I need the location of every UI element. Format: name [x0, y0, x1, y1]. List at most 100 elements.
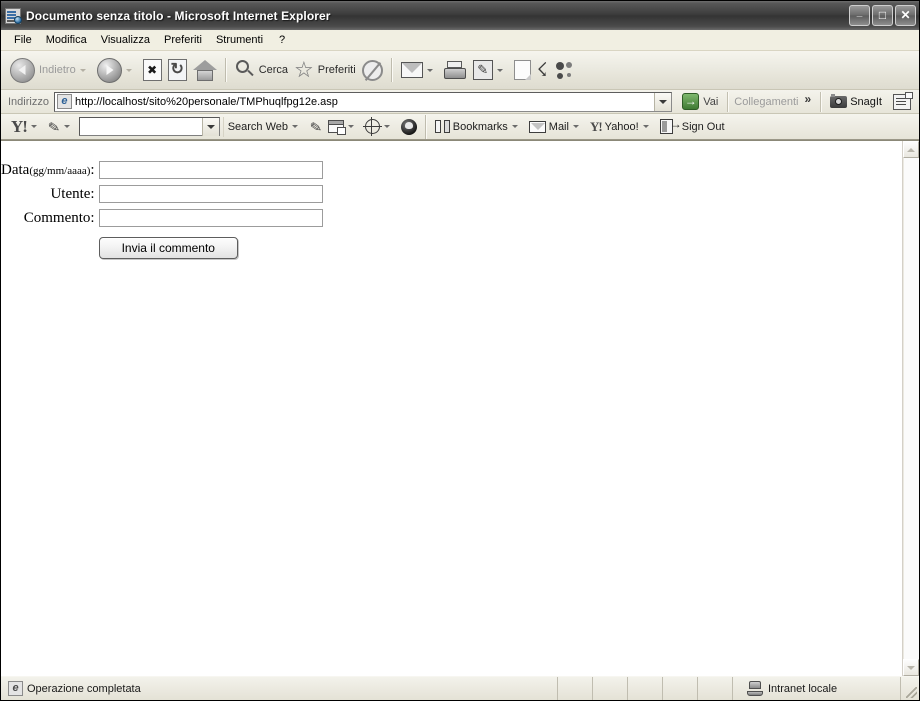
search-button[interactable]: Cerca [232, 54, 291, 86]
edit-dropdown-icon[interactable] [496, 68, 503, 72]
comment-form: Data(gg/mm/aaaa): Utente: Commento: Invi… [1, 161, 323, 265]
popup-blocker-button[interactable] [325, 116, 362, 138]
messenger-button[interactable] [551, 54, 579, 86]
snagit-properties-icon[interactable] [893, 91, 913, 110]
mail-dropdown-icon[interactable] [426, 68, 433, 72]
go-button[interactable]: Vai [678, 91, 722, 113]
mail-toolbar-button[interactable]: Mail [526, 116, 587, 138]
commento-input[interactable] [98, 209, 323, 227]
home-icon [192, 59, 217, 81]
label-utente-text: Utente [50, 185, 91, 202]
scroll-track[interactable] [903, 158, 919, 659]
yahoo-highlight-button[interactable]: ✎ [307, 116, 325, 138]
menu-item-help[interactable]: ? [270, 32, 294, 48]
ie-page-icon [56, 94, 72, 109]
ie-status-icon [8, 681, 23, 696]
popup-blocker-dropdown-icon[interactable] [347, 125, 354, 128]
blank-page-button[interactable] [511, 54, 534, 86]
search-web-dropdown-icon[interactable] [292, 125, 299, 128]
yahoo-portal-dropdown-icon[interactable] [642, 125, 649, 128]
mail-icon [400, 62, 423, 78]
links-label[interactable]: Collegamenti [734, 96, 798, 108]
scroll-down-icon[interactable] [903, 659, 919, 676]
forward-dropdown-icon[interactable] [125, 68, 132, 72]
yahoo-toolbar: Y! ✎ Search Web ✎ Bookmarks Mail Y! Yaho… [1, 114, 919, 140]
label-utente: Utente: [1, 185, 99, 209]
favorites-button-label: Preferiti [317, 64, 356, 76]
popup-blocker-icon [327, 120, 346, 135]
discuss-button[interactable]: ☇ [534, 54, 551, 86]
media-button[interactable] [359, 54, 386, 86]
resize-grip[interactable] [901, 677, 919, 700]
menu-item-strumenti[interactable]: Strumenti [209, 32, 270, 48]
stop-button[interactable] [140, 54, 165, 86]
address-bar: Indirizzo Vai Collegamenti » SnagIt [1, 90, 919, 114]
mail-toolbar-dropdown-icon[interactable] [572, 125, 579, 128]
submit-comment-button[interactable]: Invia il commento [98, 237, 238, 259]
back-arrow-icon [10, 57, 35, 83]
yahoo-target-button[interactable] [362, 116, 398, 138]
anti-spy-button[interactable] [398, 116, 420, 138]
yahoo-small-logo-icon: Y! [589, 119, 603, 134]
pencil-dropdown-icon[interactable] [63, 125, 70, 128]
yahoo-search-box[interactable] [78, 117, 220, 136]
forward-button[interactable] [94, 54, 140, 86]
submit-spacer [1, 233, 99, 265]
yahoo-search-dropdown-icon[interactable] [201, 117, 219, 136]
status-slot-1 [558, 677, 593, 700]
form-row-commento: Commento: [1, 209, 323, 233]
address-combobox[interactable] [53, 91, 673, 112]
toolbar-separator [224, 58, 227, 82]
home-button[interactable] [190, 54, 220, 86]
back-dropdown-icon[interactable] [79, 68, 86, 72]
title-bar[interactable]: Documento senza titolo - Microsoft Inter… [1, 1, 919, 30]
menu-item-visualizza[interactable]: Visualizza [94, 32, 157, 48]
sign-out-button[interactable]: Sign Out [657, 116, 728, 138]
security-zone-pane[interactable]: Intranet locale [733, 677, 901, 700]
vertical-scrollbar[interactable] [902, 141, 919, 676]
messenger-people-icon [554, 60, 576, 80]
address-separator [820, 91, 823, 112]
snagit-button[interactable]: SnagIt [827, 93, 885, 108]
status-slot-2 [593, 677, 628, 700]
menu-item-file[interactable]: File [7, 32, 39, 48]
close-button[interactable]: ✕ [895, 5, 916, 26]
menu-item-preferiti[interactable]: Preferiti [157, 32, 209, 48]
favorites-button[interactable]: ☆ Preferiti [291, 54, 359, 86]
yahoo-portal-button[interactable]: Y! Yahoo! [587, 116, 657, 138]
form-row-data: Data(gg/mm/aaaa): [1, 161, 323, 185]
minimize-button[interactable]: _ [849, 5, 870, 26]
status-slot-4 [663, 677, 698, 700]
field-cell-utente [98, 185, 323, 209]
yahoo-logo-dropdown-icon[interactable] [30, 125, 37, 128]
menu-bar: File Modifica Visualizza Preferiti Strum… [1, 30, 919, 51]
status-message: Operazione completata [27, 682, 141, 695]
scroll-up-icon[interactable] [903, 141, 919, 158]
label-commento-text: Commento [23, 209, 91, 226]
address-input[interactable] [74, 94, 655, 109]
sign-out-label: Sign Out [681, 120, 725, 133]
menu-item-modifica[interactable]: Modifica [39, 32, 94, 48]
label-data-suffix: : [90, 161, 95, 178]
address-dropdown-icon[interactable] [654, 92, 672, 111]
edit-button[interactable] [470, 54, 511, 86]
bookmarks-button[interactable]: Bookmarks [432, 116, 526, 138]
label-data-text: Data [1, 161, 30, 178]
back-button[interactable]: Indietro [7, 54, 94, 86]
bookmarks-dropdown-icon[interactable] [511, 125, 518, 128]
maximize-button[interactable]: □ [872, 5, 893, 26]
refresh-button[interactable] [165, 54, 190, 86]
links-overflow-icon[interactable]: » [805, 92, 812, 106]
toolbar-separator [390, 58, 393, 82]
data-input[interactable] [98, 161, 323, 179]
print-button[interactable] [441, 54, 470, 86]
go-arrow-icon [682, 93, 700, 110]
mail-button[interactable] [398, 54, 441, 86]
yahoo-logo-button[interactable]: Y! [8, 116, 45, 138]
page-content: Data(gg/mm/aaaa): Utente: Commento: Invi… [1, 141, 902, 676]
yahoo-search-input[interactable] [79, 119, 202, 134]
yahoo-pencil-button[interactable]: ✎ [45, 116, 78, 138]
search-web-button[interactable]: Search Web [222, 116, 307, 137]
utente-input[interactable] [98, 185, 323, 203]
target-dropdown-icon[interactable] [383, 125, 390, 128]
